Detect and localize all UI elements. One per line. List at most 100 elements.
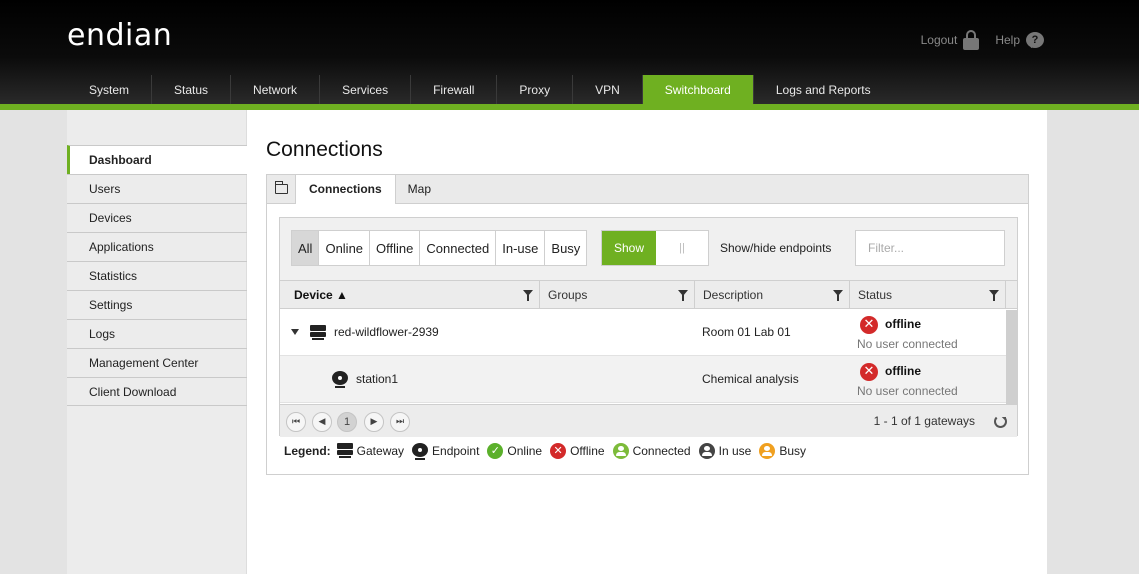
main-content: Connections Connections Map All Online O… — [266, 138, 1029, 475]
sidebar: Dashboard Users Devices Applications Sta… — [67, 110, 247, 574]
filter-input[interactable] — [855, 230, 1005, 266]
legend-item-endpoint: Endpoint — [412, 443, 480, 460]
sidebar-menu: Dashboard Users Devices Applications Sta… — [67, 145, 247, 406]
legend-item-in-use: In use — [698, 443, 752, 459]
sidebar-item-devices[interactable]: Devices — [67, 203, 247, 232]
folder-tab[interactable] — [267, 175, 296, 203]
prev-page-button[interactable]: ◀ — [312, 412, 332, 432]
column-header-device[interactable]: Device ▲ — [280, 281, 540, 309]
legend-item-online: ✓ Online — [487, 443, 542, 459]
toggle-on-label: Show — [602, 231, 656, 265]
legend-label: Busy — [779, 444, 806, 458]
sidebar-item-applications[interactable]: Applications — [67, 232, 247, 261]
nav-tab-vpn[interactable]: VPN — [573, 75, 643, 104]
legend-label: Online — [507, 444, 543, 458]
grid-header: Device ▲ Groups Description Status — [280, 281, 1017, 309]
user-connected-icon — [612, 443, 629, 459]
current-page-indicator[interactable]: 1 — [337, 412, 357, 432]
help-link[interactable]: Help ? — [995, 32, 1044, 48]
table-row[interactable]: station1 Chemical analysis ✕ offline No … — [280, 356, 1017, 403]
nav-tab-system[interactable]: System — [67, 75, 153, 104]
next-page-button[interactable]: ▶ — [364, 412, 384, 432]
filter-in-use-button[interactable]: In-use — [495, 230, 545, 266]
device-description: Chemical analysis — [702, 372, 799, 386]
nav-tab-logs-and-reports[interactable]: Logs and Reports — [754, 75, 893, 104]
nav-tab-switchboard[interactable]: Switchboard — [642, 75, 754, 104]
status-subtext: No user connected — [857, 384, 958, 398]
sidebar-item-users[interactable]: Users — [67, 174, 247, 203]
column-header-groups[interactable]: Groups — [540, 281, 695, 309]
help-label: Help — [995, 33, 1020, 47]
table-row[interactable]: red-wildflower-2939 Room 01 Lab 01 ✕ off… — [280, 309, 1017, 356]
offline-status-icon: ✕ — [860, 363, 878, 381]
status-filter-bar: All Online Offline Connected In-use Busy — [291, 230, 588, 266]
tab-connections[interactable]: Connections — [296, 175, 396, 204]
column-header-status[interactable]: Status — [850, 281, 1006, 309]
filter-connected-button[interactable]: Connected — [419, 230, 496, 266]
user-in-use-icon — [698, 443, 715, 459]
device-name: station1 — [356, 372, 399, 386]
legend-item-gateway: Gateway — [336, 443, 405, 459]
last-page-button[interactable]: ⏭ — [390, 412, 410, 432]
legend-label: Gateway — [356, 444, 405, 458]
refresh-icon[interactable] — [994, 415, 1007, 428]
sidebar-item-client-download[interactable]: Client Download — [67, 377, 247, 406]
legend-item-busy: Busy — [759, 443, 806, 459]
nav-tab-firewall[interactable]: Firewall — [411, 75, 498, 104]
page-title: Connections — [266, 138, 383, 161]
legend-label: In use — [718, 444, 752, 458]
endpoint-icon — [332, 371, 348, 389]
legend: Legend: Gateway Endpoint ✓ Online ✕ Offl… — [284, 442, 814, 460]
logout-link[interactable]: Logout — [921, 30, 980, 50]
filter-icon[interactable] — [833, 290, 843, 301]
logout-label: Logout — [920, 33, 958, 47]
filter-all-button[interactable]: All — [291, 230, 319, 266]
column-header-description[interactable]: Description — [695, 281, 850, 309]
connections-grid: Device ▲ Groups Description Status red-w… — [280, 280, 1017, 437]
folder-icon — [275, 181, 288, 194]
collapse-arrow-icon[interactable] — [291, 329, 299, 335]
lock-icon — [963, 30, 980, 50]
filter-icon[interactable] — [989, 290, 999, 301]
gateway-icon — [336, 443, 353, 459]
column-label-groups: Groups — [548, 288, 588, 302]
show-hide-endpoints-label: Show/hide endpoints — [720, 241, 832, 255]
filter-icon[interactable] — [523, 290, 533, 301]
column-label-description: Description — [703, 288, 764, 302]
sidebar-item-logs[interactable]: Logs — [67, 319, 247, 348]
legend-label: Offline — [570, 444, 605, 458]
gateway-icon — [310, 325, 326, 341]
status-label: offline — [885, 317, 921, 331]
help-bubble-icon: ? — [1026, 32, 1044, 48]
first-page-button[interactable]: ⏮ — [286, 412, 306, 432]
nav-tab-network[interactable]: Network — [231, 75, 321, 104]
sidebar-item-dashboard[interactable]: Dashboard — [67, 145, 247, 174]
nav-tab-proxy[interactable]: Proxy — [497, 75, 574, 104]
filter-busy-button[interactable]: Busy — [544, 230, 588, 266]
user-busy-icon — [759, 443, 776, 459]
filter-icon[interactable] — [678, 290, 688, 301]
x-circle-icon: ✕ — [550, 443, 567, 459]
nav-tab-services[interactable]: Services — [320, 75, 412, 104]
show-endpoints-toggle[interactable]: Show || — [601, 230, 709, 266]
filter-online-button[interactable]: Online — [318, 230, 370, 266]
sidebar-item-management-center[interactable]: Management Center — [67, 348, 247, 377]
sidebar-item-statistics[interactable]: Statistics — [67, 261, 247, 290]
filter-offline-button[interactable]: Offline — [369, 230, 420, 266]
legend-label: Connected — [632, 444, 691, 458]
legend-title: Legend: — [284, 444, 331, 458]
offline-status-icon: ✕ — [860, 316, 878, 334]
sidebar-item-settings[interactable]: Settings — [67, 290, 247, 319]
legend-item-offline: ✕ Offline — [550, 443, 605, 459]
tab-map[interactable]: Map — [396, 175, 443, 203]
endian-logo: endian — [67, 18, 173, 53]
check-icon: ✓ — [487, 443, 504, 459]
vertical-scrollbar[interactable] — [1006, 310, 1017, 404]
page-body: Dashboard Users Devices Applications Sta… — [67, 110, 1047, 574]
nav-tab-status[interactable]: Status — [152, 75, 232, 104]
toggle-knob: || — [679, 242, 685, 254]
connections-grid-container: All Online Offline Connected In-use Busy… — [279, 217, 1018, 437]
legend-label: Endpoint — [432, 444, 480, 458]
pagination-bar: ⏮ ◀ 1 ▶ ⏭ 1 - 1 of 1 gateways — [280, 404, 1017, 437]
device-name: red-wildflower-2939 — [334, 325, 439, 339]
